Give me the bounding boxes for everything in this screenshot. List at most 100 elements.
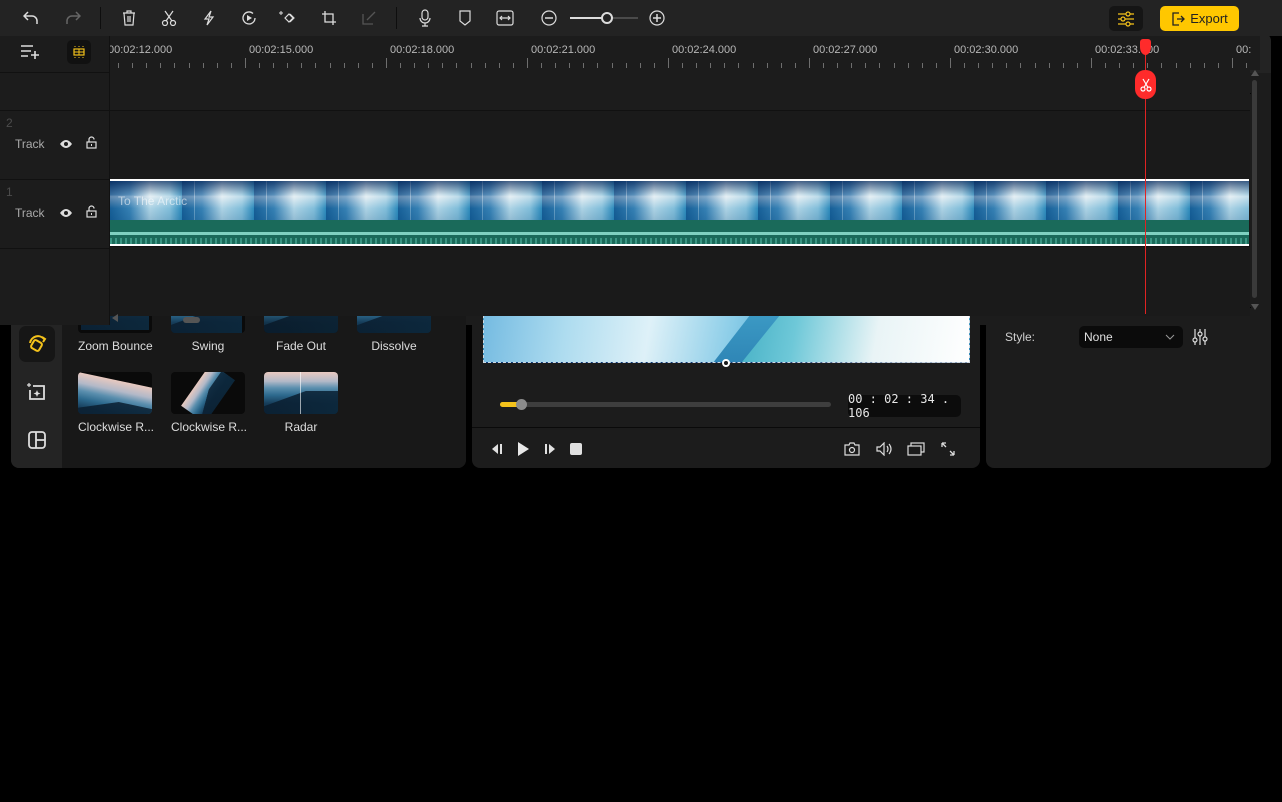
delete-button[interactable]	[118, 7, 140, 29]
filmstrip-frame-divider	[1130, 181, 1131, 220]
unlock-icon	[86, 205, 97, 218]
timeline-settings-button[interactable]	[1109, 6, 1143, 31]
track-visibility-toggle[interactable]	[59, 207, 73, 221]
keyframe-button[interactable]	[278, 7, 300, 29]
horizontal-scroll-thumb[interactable]	[183, 317, 200, 323]
animation-item-clockwise-rotate-1[interactable]: Clockwise R...	[78, 372, 155, 434]
ruler-minor-tick	[456, 63, 458, 68]
vertical-scroll-thumb[interactable]	[1252, 80, 1257, 298]
split-button[interactable]	[158, 7, 180, 29]
ruler-minor-tick	[1203, 63, 1205, 68]
scroll-down-icon	[1251, 304, 1259, 310]
track-lock-toggle[interactable]	[86, 205, 97, 221]
animation-item-radar[interactable]: Radar	[264, 372, 338, 434]
vertical-scrollbar[interactable]	[1250, 70, 1260, 315]
fullscreen-button[interactable]	[938, 439, 958, 459]
track-label: Track	[15, 137, 45, 151]
ruler-minor-tick	[653, 63, 655, 68]
volume-button[interactable]	[875, 439, 895, 459]
ruler-time-label: 00:02:15.000	[249, 44, 314, 56]
animation-label: Clockwise R...	[78, 420, 155, 434]
playhead-split-button[interactable]	[1135, 70, 1156, 99]
clip-filmstrip	[110, 181, 1249, 220]
rail-animations-button[interactable]	[19, 326, 55, 362]
fit-timeline-button[interactable]	[494, 7, 516, 29]
pip-button[interactable]	[906, 439, 926, 459]
next-frame-button[interactable]	[540, 439, 560, 459]
playback-progress-bar[interactable]	[500, 399, 831, 410]
magnet-snap-icon	[73, 46, 85, 58]
play-icon	[518, 442, 529, 456]
eq-style-dropdown[interactable]: None	[1079, 326, 1183, 348]
filmstrip-frame-divider	[482, 181, 483, 220]
ruler-minor-tick	[738, 63, 740, 68]
ruler-minor-tick	[216, 63, 218, 68]
ruler-minor-tick	[583, 63, 585, 68]
track-2-lane[interactable]	[110, 110, 1250, 179]
scroll-left-icon[interactable]	[112, 314, 118, 322]
undo-icon	[23, 11, 38, 24]
ruler-minor-tick	[371, 63, 373, 68]
crop-button[interactable]	[318, 7, 340, 29]
equalizer-sliders-icon	[1192, 329, 1208, 345]
play-button[interactable]	[513, 439, 533, 459]
timecode-display: 00 : 02 : 34 . 106	[848, 392, 961, 420]
ruler-minor-tick	[865, 63, 867, 68]
filmstrip-frame-divider	[266, 181, 267, 220]
microphone-icon	[419, 9, 431, 27]
zoom-in-button[interactable]	[646, 7, 668, 29]
filmstrip-frame-divider	[698, 181, 699, 220]
track-lock-toggle[interactable]	[86, 136, 97, 152]
keyframe-icon	[279, 11, 295, 23]
video-clip[interactable]: To The Arctic	[110, 179, 1249, 246]
track-visibility-toggle[interactable]	[59, 138, 73, 152]
snapshot-button[interactable]	[842, 439, 862, 459]
progress-knob[interactable]	[516, 399, 528, 410]
add-track-button[interactable]	[20, 44, 40, 63]
rail-split-screen-button[interactable]	[19, 422, 55, 458]
ruler-minor-tick	[597, 63, 599, 68]
stop-button[interactable]	[566, 439, 586, 459]
redo-icon	[66, 11, 81, 24]
ruler-minor-tick	[766, 63, 768, 68]
equalizer-settings-button[interactable]	[1192, 328, 1208, 349]
zoom-out-button[interactable]	[538, 7, 560, 29]
ruler-major-tick	[385, 58, 387, 68]
filmstrip-frame-divider	[914, 181, 915, 220]
playhead-handle[interactable]	[1140, 39, 1151, 55]
animation-thumbnail	[78, 372, 152, 414]
speed-button[interactable]	[198, 7, 220, 29]
resize-handle-bottom[interactable]	[722, 359, 730, 367]
style-label: Style:	[1005, 330, 1036, 344]
marker-button[interactable]	[454, 7, 476, 29]
zoom-in-icon	[649, 10, 665, 26]
previous-frame-button[interactable]	[487, 439, 507, 459]
ruler-minor-tick	[1246, 63, 1247, 68]
snap-toggle-button[interactable]	[67, 40, 91, 64]
undo-button[interactable]	[20, 7, 42, 29]
timeline-zoom-slider[interactable]	[570, 12, 638, 24]
ruler-minor-tick	[273, 63, 275, 68]
redo-button[interactable]	[62, 7, 84, 29]
rail-elements-button[interactable]	[19, 374, 55, 410]
animation-item-clockwise-rotate-2[interactable]: Clockwise R...	[171, 372, 247, 434]
toolbar-divider	[396, 7, 397, 29]
ruler-minor-tick	[935, 63, 937, 68]
play-circle-icon	[242, 11, 256, 25]
filmstrip-frame-divider	[338, 181, 339, 220]
zoom-slider-knob[interactable]	[601, 12, 614, 24]
ruler-minor-tick	[470, 63, 472, 68]
filmstrip-frame-divider	[842, 181, 843, 220]
ruler-time-label: 00:	[1236, 44, 1252, 56]
step-forward-icon	[545, 444, 555, 454]
speaker-icon	[876, 442, 892, 456]
timeline-ruler[interactable]: 00:02:12.000 00:02:15.000 00:02:18.000 00:0…	[110, 36, 1260, 70]
export-button[interactable]: Export	[1160, 6, 1239, 31]
animation-thumbnail	[264, 372, 338, 414]
ruler-minor-tick	[1048, 63, 1050, 68]
edit-button[interactable]	[358, 7, 380, 29]
freeze-frame-button[interactable]	[238, 7, 260, 29]
ruler-minor-tick	[710, 63, 712, 68]
record-voiceover-button[interactable]	[414, 7, 436, 29]
export-icon	[1172, 11, 1186, 26]
